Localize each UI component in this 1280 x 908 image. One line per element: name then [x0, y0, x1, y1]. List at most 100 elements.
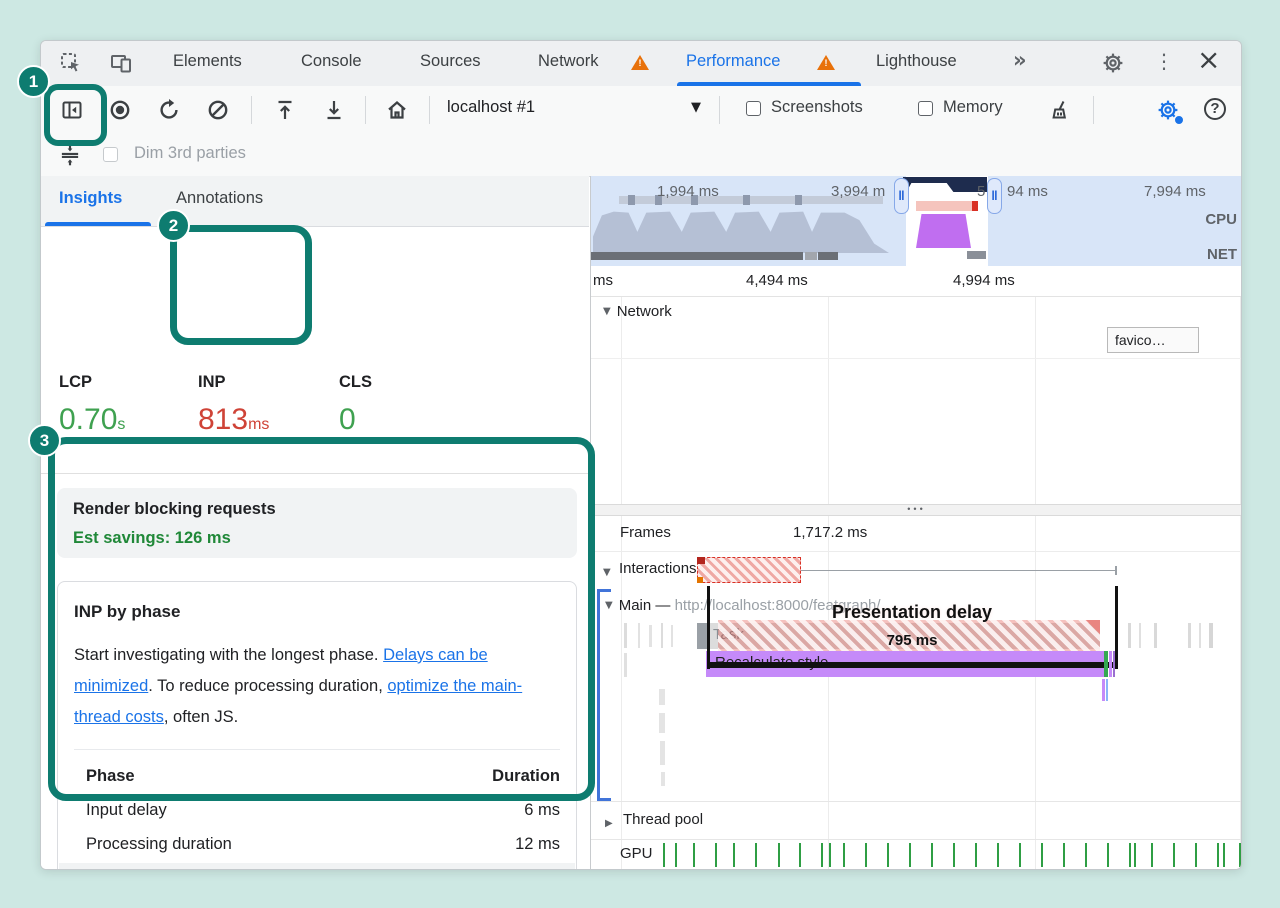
frames-track-label: Frames: [620, 524, 671, 541]
insights-sidebar: Insights Annotations LCP 0.70s INP 813ms…: [41, 176, 589, 869]
timeline-overview[interactable]: 1,994 ms 3,994 m 5 94 ms 7,994 ms ‖ ‖ CP…: [591, 176, 1242, 266]
main-track-bracket-tick: [597, 589, 611, 592]
memory-checkbox[interactable]: [918, 101, 933, 116]
sidebar-active-tab-underline: [45, 222, 151, 226]
more-tabs-icon[interactable]: »: [1013, 48, 1027, 72]
reload-record-icon[interactable]: [157, 98, 181, 122]
clear-icon[interactable]: [206, 98, 230, 122]
cpu-lane-label: CPU: [1205, 211, 1237, 228]
frames-track[interactable]: Frames 1,717.2 ms: [591, 516, 1242, 552]
toolbar-divider: [429, 96, 430, 124]
phase-row-presentation[interactable]: Presentation delay: [86, 869, 223, 870]
tab-lighthouse[interactable]: Lighthouse: [876, 52, 957, 71]
main-thread-track[interactable]: ▼ Main — http://localhost:8000/featgraph…: [591, 589, 1242, 801]
close-devtools-icon[interactable]: ×: [1197, 43, 1220, 76]
selection-handle-right[interactable]: ‖: [987, 178, 1002, 214]
gpu-track[interactable]: GPU: [591, 839, 1242, 869]
insight-render-blocking[interactable]: Render blocking requests Est savings: 12…: [57, 488, 577, 558]
toolbar-divider: [365, 96, 366, 124]
gpu-tick: [1151, 843, 1153, 867]
metric-cls[interactable]: CLS 0: [339, 373, 372, 441]
capture-settings-gear-icon[interactable]: [1156, 98, 1180, 122]
ruler-tick-label: 4,494 ms: [746, 272, 808, 289]
home-icon[interactable]: [385, 98, 409, 122]
annotation-badge-3: 3: [28, 424, 61, 457]
inp-card-title: INP by phase: [74, 602, 180, 622]
interactions-track[interactable]: ▼ Interactions: [591, 552, 1242, 589]
inspect-element-icon[interactable]: [59, 51, 83, 75]
insight-inp-by-phase[interactable]: INP by phase Start investigating with th…: [57, 581, 577, 870]
disclosure-open-icon: ▼: [603, 562, 611, 580]
phase-column-header: Phase: [86, 767, 135, 786]
device-toolbar-icon[interactable]: [109, 51, 133, 75]
main-track-label: Main —: [619, 597, 675, 614]
overview-tick-label: 7,994 ms: [1144, 183, 1206, 200]
selection-handle-left[interactable]: ‖: [894, 178, 909, 214]
screenshots-checkbox[interactable]: [746, 101, 761, 116]
interaction-event-bar[interactable]: [697, 557, 801, 583]
main-track-bracket: [597, 589, 600, 801]
interaction-whisker-end: [1115, 566, 1117, 575]
gpu-tick: [1217, 843, 1219, 867]
collect-garbage-icon[interactable]: [1049, 98, 1073, 122]
collapse-tracks-icon[interactable]: [57, 142, 83, 168]
overview-tick-label: 1,994 ms: [657, 183, 719, 200]
settings-gear-icon[interactable]: [1101, 51, 1125, 75]
gpu-tick: [755, 843, 757, 867]
download-profile-icon[interactable]: [322, 98, 346, 122]
tab-annotations[interactable]: Annotations: [176, 189, 263, 208]
tab-insights[interactable]: Insights: [59, 189, 122, 208]
gpu-tick: [675, 843, 677, 867]
history-dropdown-caret-icon[interactable]: ▼: [691, 100, 701, 115]
gpu-activity-ticks: [591, 840, 1242, 869]
gpu-tick: [733, 843, 735, 867]
metric-inp-value: 813: [198, 403, 248, 436]
overview-selection-net: [967, 251, 986, 259]
history-select[interactable]: localhost #1: [447, 98, 535, 117]
overview-interaction-red: [972, 201, 978, 211]
thread-pool-label: Thread pool: [623, 811, 703, 828]
performance-toolbar: localhost #1 ▼ Screenshots Memory ?: [41, 86, 1241, 135]
card-divider: [74, 749, 560, 750]
network-track-header[interactable]: ▼ Network: [603, 303, 672, 320]
timeline-ruler: ms 4,494 ms 4,994 ms: [591, 266, 1242, 297]
toolbar-divider: [719, 96, 720, 124]
tab-sources[interactable]: Sources: [420, 52, 481, 71]
help-icon[interactable]: ?: [1204, 98, 1226, 120]
phase-row-input-delay[interactable]: Input delay: [86, 801, 167, 820]
screenshots-label: Screenshots: [771, 98, 863, 117]
network-request-favicon[interactable]: favico…: [1107, 327, 1199, 353]
annotation-badge-2: 2: [157, 209, 190, 242]
performance-warning-icon: [817, 55, 835, 70]
sidebar-tabs: Insights Annotations: [41, 176, 589, 227]
panel-splitter-handle[interactable]: •••: [591, 504, 1242, 516]
tab-console[interactable]: Console: [301, 52, 362, 71]
phase-row-processing[interactable]: Processing duration: [86, 835, 232, 854]
upload-profile-icon[interactable]: [273, 98, 297, 122]
metric-lcp[interactable]: LCP 0.70s: [59, 373, 125, 441]
gpu-tick: [693, 843, 695, 867]
presentation-delay-duration: 795 ms: [767, 632, 1057, 649]
gpu-tick: [1107, 843, 1109, 867]
overview-net-activity: [591, 252, 803, 260]
overlay-bracket-left: [707, 586, 710, 669]
tab-performance[interactable]: Performance: [686, 52, 780, 71]
tab-network[interactable]: Network: [538, 52, 599, 71]
interactions-track-label: Interactions: [619, 560, 697, 577]
record-icon[interactable]: [108, 98, 132, 122]
disclosure-open-icon: ▼: [603, 306, 611, 317]
overview-selection-cpu: [916, 214, 971, 248]
thread-pool-track[interactable]: ▶ Thread pool: [591, 801, 1242, 839]
dim-third-parties-checkbox[interactable]: [103, 147, 118, 162]
toolbar-divider: [251, 96, 252, 124]
metric-inp[interactable]: INP 813ms: [198, 373, 269, 441]
annotation-badge-1: 1: [17, 65, 50, 98]
gpu-tick: [663, 843, 665, 867]
overview-tick-label: 94 ms: [1007, 183, 1048, 200]
kebab-menu-icon[interactable]: ⋮: [1154, 49, 1174, 73]
inp-desc-text: , often JS.: [164, 708, 238, 726]
toggle-sidebar-icon[interactable]: [59, 98, 85, 122]
tab-elements[interactable]: Elements: [173, 52, 242, 71]
disclosure-open-icon: ▼: [605, 600, 613, 611]
network-track-label: Network: [617, 303, 672, 320]
